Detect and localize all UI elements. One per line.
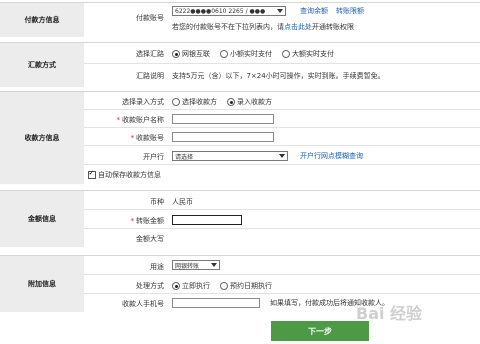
currency-value: 人民币 — [172, 198, 193, 206]
click-here-link[interactable]: 点击此处 — [284, 23, 312, 31]
payee-account-input[interactable] — [172, 132, 274, 142]
payee-name-row: * 收款账户名称 — [84, 110, 480, 128]
usage-select[interactable]: 网银转账 — [172, 260, 220, 270]
radio-icon — [227, 98, 235, 106]
radio-icon — [220, 282, 228, 290]
amount-label: * 转账金额 — [130, 217, 165, 225]
radio-icon — [172, 98, 180, 106]
transfer-limit-link[interactable]: 转账限额 — [336, 6, 364, 16]
chevron-down-icon — [277, 9, 283, 13]
chevron-down-icon — [279, 154, 285, 158]
payee-name-label: * 收款账户名称 — [116, 116, 165, 124]
process-option-immediate[interactable]: 立即执行 — [172, 281, 210, 291]
mode-option-select-payee[interactable]: 选择收款方 — [172, 97, 217, 107]
amount-input[interactable] — [172, 215, 242, 225]
process-option-scheduled[interactable]: 预约日期执行 — [220, 281, 272, 291]
query-balance-link[interactable]: 查询余额 — [300, 6, 328, 16]
autosave-label: 自动保存收款方信息 — [98, 171, 161, 179]
payer-section: 付款方信息 付款账号 6222●●●●0610 2265 / ●●● 查询余额 … — [0, 2, 480, 37]
extra-category: 附加信息 — [0, 256, 84, 312]
route-option-interbank[interactable]: 网银互联 — [172, 49, 210, 59]
phone-label: 收款人手机号 — [122, 300, 164, 308]
payer-account-value: 6222●●●●0610 2265 / ●●● — [175, 7, 266, 15]
payer-account-row: 付款账号 6222●●●●0610 2265 / ●●● 查询余额 转账限额 若… — [84, 3, 480, 36]
amount-category: 金额信息 — [0, 191, 84, 247]
phone-input[interactable] — [172, 298, 260, 308]
usage-row: 用途 网银转账 — [84, 256, 480, 275]
amount-section: 金额信息 币种 人民币 * 转账金额 金额大写 — [0, 190, 480, 247]
autosave-checkbox[interactable] — [88, 169, 96, 179]
remit-route-label: 选择汇路 — [136, 50, 164, 58]
payee-account-row: * 收款账号 — [84, 128, 480, 146]
payee-bank-row: 开户行 请选择 开户行网点模糊查询 — [84, 146, 480, 165]
payee-account-label: * 收款账号 — [130, 134, 165, 142]
amount-upper-row: 金额大写 — [84, 229, 480, 246]
remit-desc-text: 支持5万元（含）以下，7×24小时可操作，实时到账。手续费暂免。 — [172, 72, 385, 80]
currency-label: 币种 — [150, 198, 164, 206]
radio-icon — [172, 50, 180, 58]
payer-hint: 若您的付款账号不在下拉列表内，请点击此处开通转账权限 — [172, 23, 354, 31]
radio-icon — [220, 50, 228, 58]
radio-icon — [282, 50, 290, 58]
remit-route-row: 选择汇路 网银互联 小额实时支付 大额实时支付 — [84, 43, 480, 64]
usage-label: 用途 — [150, 263, 164, 271]
payee-mode-label: 选择录入方式 — [122, 98, 164, 106]
currency-row: 币种 人民币 — [84, 191, 480, 210]
payer-account-select[interactable]: 6222●●●●0610 2265 / ●●● — [172, 6, 286, 16]
payee-category: 收款方信息 — [0, 92, 84, 184]
amount-upper-label: 金额大写 — [136, 235, 164, 243]
watermark-logo: Bai 经验 — [356, 304, 423, 323]
mode-option-enter-payee[interactable]: 录入收款方 — [227, 97, 272, 107]
radio-icon — [172, 282, 180, 290]
payee-name-input[interactable] — [172, 114, 274, 124]
route-option-large-realtime[interactable]: 大额实时支付 — [282, 49, 334, 59]
remit-desc-label: 汇路说明 — [136, 72, 164, 80]
bank-branch-search-link[interactable]: 开户行网点模糊查询 — [300, 151, 363, 161]
remit-section: 汇款方式 选择汇路 网银互联 小额实时支付 大额实时支付 汇路说明 支持5万元（… — [0, 42, 480, 87]
payee-mode-row: 选择录入方式 选择收款方 录入收款方 — [84, 92, 480, 110]
bank-select[interactable]: 请选择 — [172, 151, 288, 161]
remit-desc-row: 汇路说明 支持5万元（含）以下，7×24小时可操作，实时到账。手续费暂免。 — [84, 64, 480, 86]
autosave-row: 自动保存收款方信息 — [88, 169, 161, 180]
payer-category: 付款方信息 — [0, 3, 84, 37]
next-button[interactable]: 下一步 — [271, 321, 369, 341]
chevron-down-icon — [211, 263, 217, 267]
route-option-small-realtime[interactable]: 小额实时支付 — [220, 49, 272, 59]
process-row: 处理方式 立即执行 预约日期执行 — [84, 275, 480, 294]
payer-account-label: 付款账号 — [136, 14, 164, 22]
payee-section: 收款方信息 选择录入方式 选择收款方 录入收款方 * 收款账户名称 * 收款账号 开… — [0, 91, 480, 184]
remit-category: 汇款方式 — [0, 43, 84, 87]
amount-row: * 转账金额 — [84, 210, 480, 229]
process-label: 处理方式 — [136, 282, 164, 290]
payee-bank-label: 开户行 — [143, 153, 164, 161]
